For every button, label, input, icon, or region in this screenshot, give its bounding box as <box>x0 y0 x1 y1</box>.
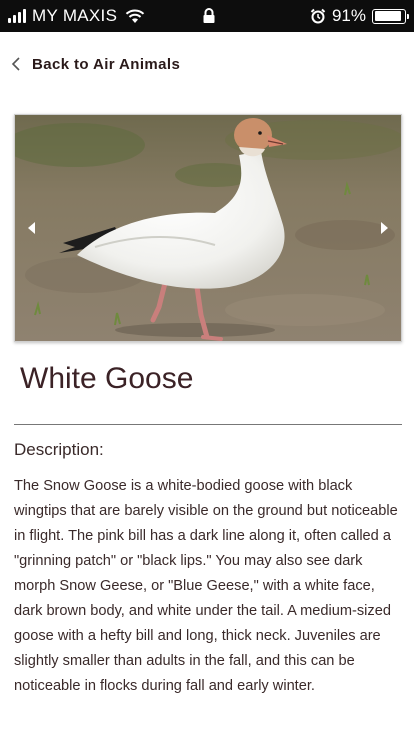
divider <box>14 424 402 425</box>
wifi-icon <box>126 9 145 23</box>
status-bar: MY MAXIS 91% <box>0 0 414 32</box>
next-image-arrow[interactable] <box>377 221 391 235</box>
previous-image-arrow[interactable] <box>25 221 39 235</box>
goose-photo <box>15 115 401 341</box>
battery-percentage: 91% <box>331 6 366 25</box>
animal-title: White Goose <box>20 362 194 395</box>
description-heading: Description: <box>14 440 104 459</box>
chevron-left-icon <box>11 57 20 71</box>
lock-icon <box>203 8 215 23</box>
alarm-icon <box>310 8 326 24</box>
description-text: The Snow Goose is a white-bodied goose w… <box>14 478 398 694</box>
back-link-label: Back to Air Animals <box>32 55 181 73</box>
battery-icon <box>372 8 409 24</box>
carrier-name: MY MAXIS <box>32 6 118 25</box>
image-carousel[interactable] <box>14 114 402 342</box>
battery-fill <box>374 11 401 21</box>
back-button[interactable]: Back to Air Animals <box>10 52 180 76</box>
signal-icon <box>8 9 26 23</box>
